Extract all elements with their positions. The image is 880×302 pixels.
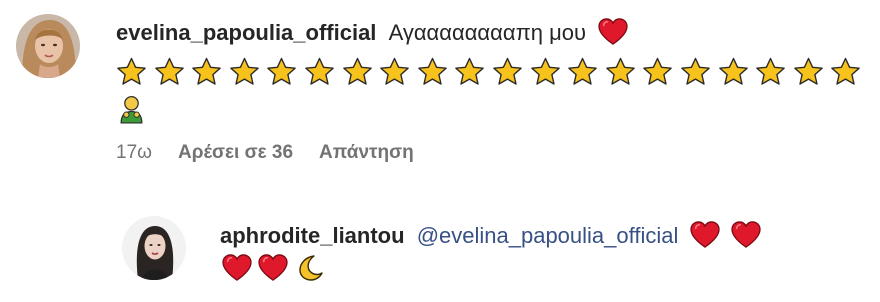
- star-icon: [492, 57, 523, 87]
- star-icon: [191, 57, 222, 87]
- star-icon: [454, 57, 485, 87]
- reply-emoji-row: [222, 253, 324, 283]
- person-with-flowers-icon: [116, 94, 147, 125]
- star-icon: [680, 57, 711, 87]
- star-icon: [379, 57, 410, 87]
- crescent-moon-icon: [294, 253, 324, 283]
- avatar-aphrodite[interactable]: [122, 216, 186, 280]
- star-icon: [642, 57, 673, 87]
- reply-username[interactable]: aphrodite_liantou: [220, 223, 405, 248]
- star-icon: [304, 57, 335, 87]
- comment-username[interactable]: evelina_papoulia_official: [116, 20, 376, 45]
- star-icon: [116, 57, 147, 87]
- comment-time[interactable]: 17ω: [116, 142, 152, 164]
- star-icon: [567, 57, 598, 87]
- star-icon: [417, 57, 448, 87]
- heart-icon: [222, 254, 252, 282]
- heart-icon: [598, 18, 628, 46]
- star-icon: [266, 57, 297, 87]
- star-icon: [530, 57, 561, 87]
- avatar-evelina[interactable]: [16, 14, 80, 78]
- star-icon: [154, 57, 185, 87]
- comment-text: evelina_papoulia_official Αγααααααααπη μ…: [116, 16, 628, 50]
- star-emoji-row: [116, 57, 868, 87]
- likes-count[interactable]: Αρέσει σε 36: [178, 142, 293, 164]
- heart-icon: [690, 221, 720, 249]
- star-icon: [229, 57, 260, 87]
- heart-icon: [258, 254, 288, 282]
- comment-meta: 17ω Αρέσει σε 36 Απάντηση: [116, 142, 414, 164]
- star-icon: [342, 57, 373, 87]
- star-icon: [605, 57, 636, 87]
- comment-message: Αγααααααααπη μου: [388, 20, 587, 45]
- heart-icon: [731, 221, 761, 249]
- star-icon: [793, 57, 824, 87]
- reply-button[interactable]: Απάντηση: [319, 142, 414, 164]
- reply-mention-link[interactable]: @evelina_papoulia_official: [417, 223, 679, 248]
- reply-text: aphrodite_liantou @evelina_papoulia_offi…: [220, 219, 761, 253]
- star-icon: [718, 57, 749, 87]
- star-icon: [830, 57, 861, 87]
- star-icon: [755, 57, 786, 87]
- extra-emoji: [116, 94, 147, 125]
